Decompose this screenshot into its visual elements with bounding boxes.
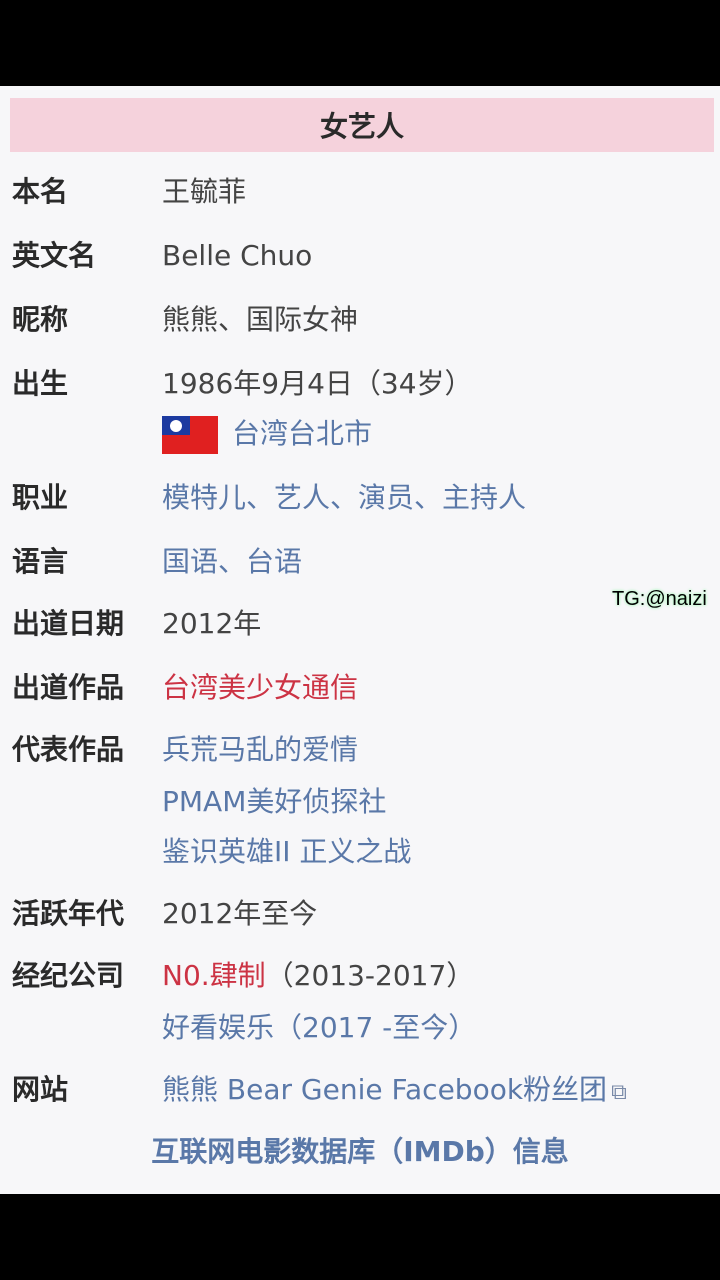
english-name-value: Belle Chuo <box>162 239 313 272</box>
imdb-link[interactable]: 互联网电影数据库（IMDb）信息 <box>0 1132 720 1172</box>
language-label: 语言 <box>12 545 69 578</box>
notable-work-item[interactable]: PMAM美好侦探社 <box>162 782 386 822</box>
external-link-icon: ⧉ <box>611 1080 627 1105</box>
website-link[interactable]: 熊熊 Bear Genie Facebook粉丝团 <box>162 1073 607 1106</box>
birth-date: 1986年9月4日（34岁） <box>162 367 473 400</box>
infobox-card: 女艺人 本名 王毓菲 英文名 Belle Chuo 昵称 熊熊、国际女神 出生 … <box>0 86 720 1194</box>
birth-place-link[interactable]: 台湾台北市 <box>232 417 372 450</box>
notable-works-label: 代表作品 <box>12 733 125 766</box>
notable-work-item[interactable]: 兵荒马乱的爱情 <box>162 730 358 770</box>
language-value[interactable]: 国语、台语 <box>162 542 302 582</box>
taiwan-flag-icon <box>162 416 218 454</box>
occupation-label: 职业 <box>12 481 69 514</box>
infobox-header: 女艺人 <box>10 98 714 152</box>
nickname-value: 熊熊、国际女神 <box>162 303 359 336</box>
english-name-label: 英文名 <box>12 239 97 272</box>
website-label: 网站 <box>12 1073 69 1106</box>
debut-date-label: 出道日期 <box>12 607 125 640</box>
debut-date-value: 2012年 <box>162 607 262 640</box>
birth-place-row: 台湾台北市 <box>162 414 372 454</box>
occupation-value[interactable]: 模特儿、艺人、演员、主持人 <box>162 478 526 518</box>
agency-second-link[interactable]: 好看娱乐（2017 -至今） <box>162 1008 476 1048</box>
agency-label: 经纪公司 <box>12 959 125 992</box>
birth-label: 出生 <box>12 367 69 400</box>
notable-work-item[interactable]: 鉴识英雄II 正义之战 <box>162 832 411 872</box>
active-years-label: 活跃年代 <box>12 897 125 930</box>
agency-first-years: （2013-2017） <box>265 959 475 992</box>
active-years-value: 2012年至今 <box>162 897 318 930</box>
infobox-title: 女艺人 <box>319 110 404 143</box>
agency-first-link[interactable]: N0.肆制 <box>162 959 266 992</box>
agency-first-row: N0.肆制（2013-2017） <box>162 956 474 996</box>
watermark-text: TG:@naizi <box>612 588 707 610</box>
debut-work-label: 出道作品 <box>12 671 125 704</box>
name-value: 王毓菲 <box>162 175 247 208</box>
name-label: 本名 <box>12 175 69 208</box>
website-row: 熊熊 Bear Genie Facebook粉丝团 ⧉ <box>162 1070 627 1113</box>
nickname-label: 昵称 <box>12 303 69 336</box>
debut-work-link[interactable]: 台湾美少女通信 <box>162 668 358 708</box>
